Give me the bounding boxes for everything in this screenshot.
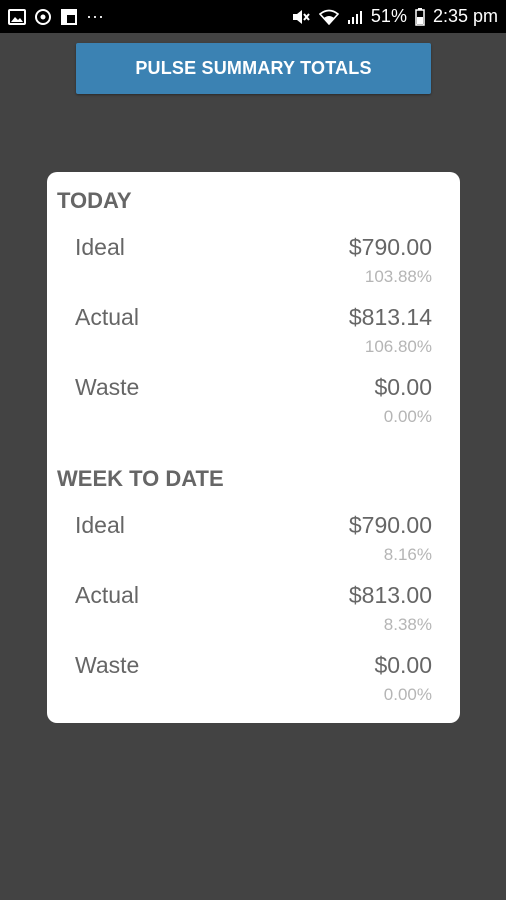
pulse-summary-totals-button[interactable]: PULSE SUMMARY TOTALS — [76, 43, 431, 94]
row-percent: 8.16% — [383, 545, 432, 564]
row-label: Ideal — [75, 234, 125, 260]
row-percent: 106.80% — [364, 337, 432, 356]
row-percent: 0.00% — [383, 407, 432, 426]
status-bar-right: 51% 2:35 pm — [291, 6, 498, 27]
row-amount: $813.14 — [348, 304, 432, 330]
clock-time: 2:35 pm — [432, 6, 498, 26]
section-title: WEEK TO DATE — [57, 466, 224, 491]
summary-row-actual: Actual $813.14 106.80% — [57, 296, 432, 366]
summary-card: TODAY Ideal $790.00 103.88% Actual $813.… — [47, 172, 460, 723]
sync-icon — [34, 8, 52, 26]
row-amount: $813.00 — [348, 582, 432, 608]
status-bar: ··· 51% 2:35 pm — [0, 0, 506, 33]
section-today: TODAY Ideal $790.00 103.88% Actual $813.… — [57, 188, 432, 436]
row-percent: 0.00% — [383, 685, 432, 704]
row-amount: $0.00 — [374, 374, 432, 400]
section-title: TODAY — [57, 188, 132, 213]
flipboard-icon — [60, 8, 78, 26]
section-week-to-date: WEEK TO DATE Ideal $790.00 8.16% Actual … — [57, 466, 432, 714]
battery-percent: 51% — [370, 6, 407, 26]
row-percent: 8.38% — [383, 615, 432, 634]
row-label: Waste — [75, 374, 140, 400]
summary-row-waste: Waste $0.00 0.00% — [57, 366, 432, 436]
row-label: Ideal — [75, 512, 125, 538]
image-icon — [8, 8, 26, 25]
row-amount: $790.00 — [348, 512, 432, 538]
summary-row-ideal: Ideal $790.00 8.16% — [57, 504, 432, 574]
signal-icon — [347, 9, 363, 25]
row-amount: $0.00 — [374, 652, 432, 678]
battery-icon — [415, 7, 425, 26]
summary-row-ideal: Ideal $790.00 103.88% — [57, 226, 432, 296]
row-label: Waste — [75, 652, 140, 678]
more-dots-icon: ··· — [86, 6, 104, 26]
wifi-icon — [318, 9, 339, 25]
summary-row-actual: Actual $813.00 8.38% — [57, 574, 432, 644]
summary-row-waste: Waste $0.00 0.00% — [57, 644, 432, 714]
status-bar-left: ··· — [8, 6, 104, 27]
row-label: Actual — [75, 582, 139, 608]
row-percent: 103.88% — [364, 267, 432, 286]
row-amount: $790.00 — [348, 234, 432, 260]
row-label: Actual — [75, 304, 139, 330]
mute-icon — [291, 8, 311, 26]
